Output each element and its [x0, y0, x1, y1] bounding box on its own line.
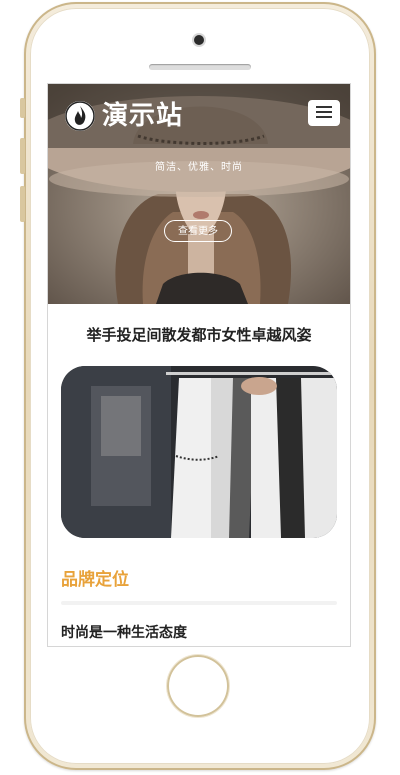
hero-tagline: 简洁、优雅、时尚 — [155, 162, 243, 173]
view-more-button[interactable]: 查看更多 — [164, 220, 232, 242]
volume-up-button — [20, 138, 25, 174]
top-navigation-bar: 演示站 — [48, 84, 350, 148]
site-logo-text[interactable]: 演示站 — [102, 100, 183, 132]
clothing-rack-photo — [61, 366, 337, 538]
home-button[interactable] — [167, 655, 229, 717]
volume-down-button — [20, 186, 25, 222]
section-divider — [61, 601, 337, 605]
earpiece-speaker — [149, 64, 251, 70]
hero-banner: 演示站 简洁、优雅、时尚 查看更多 — [48, 84, 350, 304]
flame-logo-icon[interactable] — [65, 101, 95, 131]
front-camera — [194, 35, 204, 45]
mute-switch — [20, 98, 25, 118]
hamburger-menu-icon[interactable] — [308, 100, 340, 126]
headline-text: 举手投足间散发都市女性卓越风姿 — [86, 326, 312, 344]
phone-screen: 演示站 简洁、优雅、时尚 查看更多 举手投足间散发都市女性卓越风姿 品牌定位 时… — [48, 84, 350, 646]
brand-subtitle: 时尚是一种生活态度 — [61, 625, 187, 641]
brand-positioning-title: 品牌定位 — [61, 570, 129, 590]
